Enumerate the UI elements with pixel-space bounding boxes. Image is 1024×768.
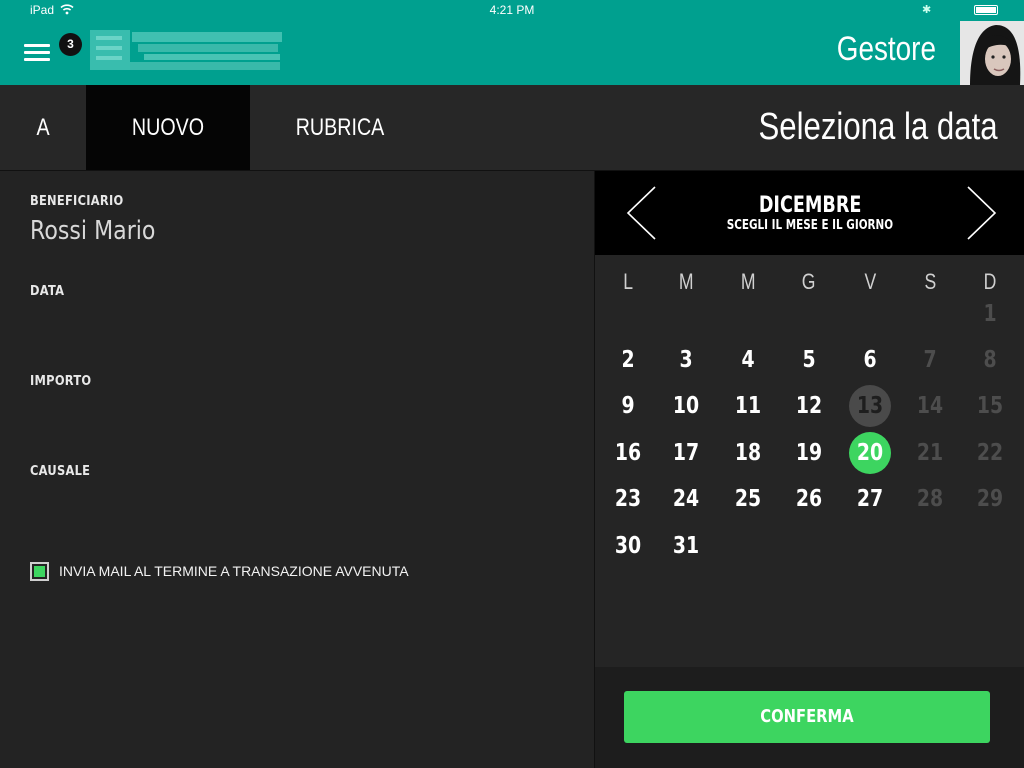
calendar-day[interactable]: 4 <box>727 339 769 381</box>
beneficiary-value[interactable]: Rossi Mario <box>30 216 178 246</box>
calendar-day[interactable]: 7 <box>909 339 951 381</box>
profile-photo <box>960 21 1024 85</box>
calendar-day[interactable]: 1 <box>969 293 1011 335</box>
bluetooth-icon: ✱ <box>922 4 932 16</box>
date-field[interactable] <box>30 304 560 340</box>
calendar-day[interactable]: 28 <box>909 478 951 520</box>
reason-label: CAUSALE <box>30 464 91 479</box>
tab-bar: A NUOVO RUBRICA Seleziona la data <box>0 85 1024 171</box>
page-title: Seleziona la data <box>758 106 998 148</box>
calendar-day[interactable]: 8 <box>969 339 1011 381</box>
calendar-day[interactable]: 11 <box>727 385 769 427</box>
amount-label: IMPORTO <box>30 374 92 389</box>
calendar-day[interactable]: 21 <box>909 432 951 474</box>
brand-logo <box>90 30 282 70</box>
calendar-day[interactable]: 27 <box>849 478 891 520</box>
calendar-day-selected[interactable]: 20 <box>849 432 891 474</box>
calendar-day[interactable]: 18 <box>727 432 769 474</box>
calendar-day[interactable]: 31 <box>665 525 707 567</box>
app-header: iPad 4:21 PM ✱ 3 Gestore <box>0 0 1024 85</box>
tab-nuovo[interactable]: NUOVO <box>86 85 250 170</box>
calendar-day[interactable]: 3 <box>665 339 707 381</box>
calendar-day[interactable]: 9 <box>607 385 649 427</box>
calendar-day[interactable]: 22 <box>969 432 1011 474</box>
status-bar: iPad 4:21 PM ✱ <box>0 0 1024 20</box>
calendar-day[interactable]: 6 <box>849 339 891 381</box>
tab-a[interactable]: A <box>0 85 86 170</box>
date-label: DATA <box>30 284 65 299</box>
calendar-day[interactable]: 14 <box>909 385 951 427</box>
calendar-day[interactable]: 17 <box>665 432 707 474</box>
calendar-day[interactable]: 12 <box>788 385 830 427</box>
calendar-day[interactable]: 19 <box>788 432 830 474</box>
calendar-day[interactable]: 15 <box>969 385 1011 427</box>
calendar-day[interactable]: 26 <box>788 478 830 520</box>
tab-rubrica[interactable]: RUBRICA <box>250 85 430 170</box>
notification-badge: 3 <box>59 33 82 56</box>
calendar-day[interactable]: 10 <box>665 385 707 427</box>
calendar-day[interactable]: 25 <box>727 478 769 520</box>
beneficiary-label: BENEFICIARIO <box>30 194 124 209</box>
confirm-button[interactable]: CONFERMA <box>624 691 990 743</box>
avatar[interactable] <box>960 21 1024 85</box>
manager-label: Gestore <box>836 30 936 68</box>
calendar-panel: DICEMBRE SCEGLI IL MESE E IL GIORNO LMMG… <box>594 171 1024 768</box>
send-mail-label: INVIA MAIL AL TERMINE A TRANSAZIONE AVVE… <box>59 563 409 579</box>
status-time: 4:21 PM <box>489 3 535 17</box>
calendar-day[interactable]: 29 <box>969 478 1011 520</box>
calendar-day[interactable]: 23 <box>607 478 649 520</box>
send-mail-checkbox[interactable] <box>30 561 49 581</box>
transfer-form: BENEFICIARIO Rossi Mario DATA IMPORTO CA… <box>0 171 594 768</box>
calendar-day[interactable]: 5 <box>788 339 830 381</box>
amount-field[interactable] <box>30 394 560 430</box>
calendar-day[interactable]: 30 <box>607 525 649 567</box>
calendar-grid: 1 2 3 4 5 6 7 8 9 10 11 12 13 14 15 16 17 18 19 20 21 22 23 24 2… <box>595 171 1024 591</box>
calendar-day[interactable]: 16 <box>607 432 649 474</box>
calendar-day[interactable]: 13 <box>849 385 891 427</box>
calendar-footer: CONFERMA <box>595 667 1024 768</box>
reason-field[interactable] <box>30 484 560 520</box>
menu-button[interactable] <box>24 44 50 64</box>
battery-icon <box>974 5 998 15</box>
send-mail-option[interactable]: INVIA MAIL AL TERMINE A TRANSAZIONE AVVE… <box>30 561 409 581</box>
calendar-day[interactable]: 2 <box>607 339 649 381</box>
calendar-day[interactable]: 24 <box>665 478 707 520</box>
